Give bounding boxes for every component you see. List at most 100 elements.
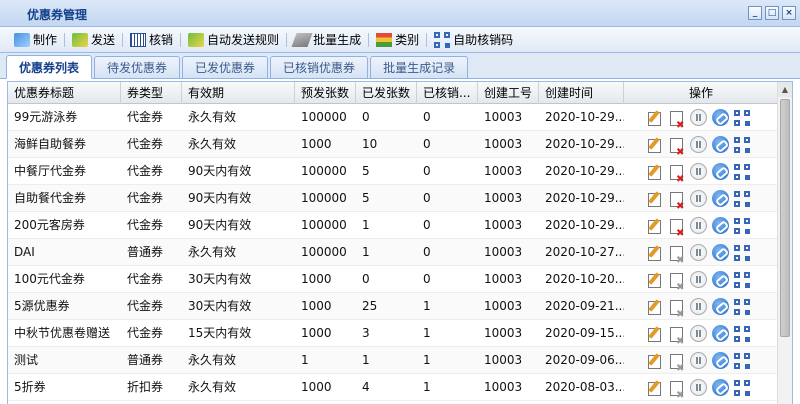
- scroll-up-arrow-icon[interactable]: ▲: [778, 82, 792, 97]
- edit-icon[interactable]: [646, 352, 663, 369]
- link-icon[interactable]: [712, 298, 729, 315]
- table-row[interactable]: 海鲜自助餐券 代金券 永久有效 1000 10 0 10003 2020-10-29...: [8, 131, 779, 158]
- send-label: 发送: [91, 33, 116, 47]
- pause-icon[interactable]: [690, 379, 707, 396]
- qr-code-icon[interactable]: [734, 190, 750, 207]
- table-row[interactable]: DAI 普通券 永久有效 100000 1 0 10003 2020-10-27...: [8, 239, 779, 266]
- edit-icon[interactable]: [646, 190, 663, 207]
- delete-icon[interactable]: [668, 352, 685, 374]
- table-row[interactable]: 5源优惠券 代金券 30天内有效 1000 25 1 10003 2020-09-21...: [8, 293, 779, 320]
- link-icon[interactable]: [712, 271, 729, 288]
- header-col-creator[interactable]: 创建工号: [478, 82, 539, 104]
- link-icon[interactable]: [712, 190, 729, 207]
- pause-icon[interactable]: [690, 352, 707, 369]
- edit-icon[interactable]: [646, 379, 663, 396]
- delete-icon[interactable]: [668, 136, 685, 158]
- close-button[interactable]: ×: [782, 6, 796, 20]
- send-button[interactable]: 发送: [66, 29, 121, 51]
- tab-redeemed-coupons[interactable]: 已核销优惠券: [270, 56, 369, 78]
- scrollbar-thumb[interactable]: [780, 99, 790, 337]
- edit-icon[interactable]: [646, 217, 663, 234]
- table-row[interactable]: 99元游泳券 代金券 永久有效 100000 0 0 10003 2020-10-29...: [8, 104, 779, 131]
- qr-code-icon[interactable]: [734, 325, 750, 342]
- table-row[interactable]: 中秋节优惠卷赠送 代金券 15天内有效 1000 3 1 10003 2020-09-15..…: [8, 320, 779, 347]
- category-button[interactable]: 类别: [370, 29, 425, 51]
- make-button[interactable]: 制作: [8, 29, 63, 51]
- header-col-title[interactable]: 优惠券标题: [8, 82, 121, 104]
- qr-code-icon[interactable]: [734, 379, 750, 396]
- pause-icon[interactable]: [690, 217, 707, 234]
- maximize-button[interactable]: □: [765, 6, 779, 20]
- table-row[interactable]: 自助餐代金券 代金券 90天内有效 100000 5 0 10003 2020-10-29..…: [8, 185, 779, 212]
- table-row[interactable]: 200元客房券 代金券 90天内有效 100000 1 0 10003 2020-10-29.…: [8, 212, 779, 239]
- link-icon[interactable]: [712, 379, 729, 396]
- delete-icon[interactable]: [668, 109, 685, 131]
- delete-icon[interactable]: [668, 217, 685, 239]
- qr-code-icon[interactable]: [734, 163, 750, 180]
- pause-icon[interactable]: [690, 298, 707, 315]
- link-icon[interactable]: [712, 325, 729, 342]
- qr-code-icon[interactable]: [734, 109, 750, 126]
- edit-icon[interactable]: [646, 325, 663, 342]
- pause-icon[interactable]: [690, 109, 707, 126]
- qr-code-icon[interactable]: [734, 217, 750, 234]
- self-redeem-code-button[interactable]: 自助核销码: [428, 29, 519, 51]
- header-col-validity[interactable]: 有效期: [182, 82, 295, 104]
- edit-icon[interactable]: [646, 298, 663, 315]
- qr-code-icon[interactable]: [734, 298, 750, 315]
- header-col-actions[interactable]: 操作: [624, 82, 779, 104]
- cell-created: 2020-10-27...: [545, 245, 624, 259]
- link-icon[interactable]: [712, 136, 729, 153]
- table-row[interactable]: 中餐厅代金券 代金券 90天内有效 100000 5 0 10003 2020-10-29..…: [8, 158, 779, 185]
- cell-sent: 1: [362, 218, 370, 232]
- tab-pending-coupons[interactable]: 待发优惠券: [94, 56, 181, 78]
- delete-icon[interactable]: [668, 298, 685, 320]
- header-col-planned[interactable]: 预发张数: [295, 82, 356, 104]
- pause-icon[interactable]: [690, 244, 707, 261]
- tab-sent-coupons[interactable]: 已发优惠券: [182, 56, 269, 78]
- delete-icon[interactable]: [668, 379, 685, 401]
- delete-icon[interactable]: [668, 271, 685, 293]
- edit-icon[interactable]: [646, 163, 663, 180]
- pause-icon[interactable]: [690, 325, 707, 342]
- qr-code-icon[interactable]: [734, 352, 750, 369]
- link-icon[interactable]: [712, 217, 729, 234]
- delete-icon[interactable]: [668, 163, 685, 185]
- edit-icon[interactable]: [646, 136, 663, 153]
- edit-icon[interactable]: [646, 109, 663, 126]
- auto-send-rules-button[interactable]: 自动发送规则: [182, 29, 285, 51]
- header-col-created[interactable]: 创建时间: [539, 82, 624, 104]
- pause-icon[interactable]: [690, 136, 707, 153]
- delete-icon[interactable]: [668, 244, 685, 266]
- table-row[interactable]: 5折券 折扣券 永久有效 1000 4 1 10003 2020-08-03...: [8, 374, 779, 401]
- table-row[interactable]: 测试 普通券 永久有效 1 1 1 10003 2020-09-06...: [8, 347, 779, 374]
- delete-icon[interactable]: [668, 325, 685, 347]
- link-icon[interactable]: [712, 163, 729, 180]
- link-icon[interactable]: [712, 109, 729, 126]
- tab-batch-records[interactable]: 批量生成记录: [370, 56, 469, 78]
- delete-icon[interactable]: [668, 190, 685, 212]
- barcode-icon: [130, 32, 147, 47]
- link-icon[interactable]: [712, 352, 729, 369]
- qr-code-icon[interactable]: [734, 136, 750, 153]
- cell-creator: 10003: [484, 137, 523, 151]
- tab-coupon-list[interactable]: 优惠券列表: [6, 55, 93, 79]
- batch-generate-button[interactable]: 批量生成: [288, 29, 367, 51]
- pause-icon[interactable]: [690, 190, 707, 207]
- vertical-scrollbar[interactable]: ▲: [777, 82, 792, 404]
- edit-icon[interactable]: [646, 271, 663, 288]
- cell-redeemed: 1: [423, 326, 431, 340]
- qr-code-icon[interactable]: [734, 271, 750, 288]
- header-col-type[interactable]: 券类型: [121, 82, 182, 104]
- header-col-redeemed[interactable]: 已核销...: [417, 82, 478, 104]
- minimize-button[interactable]: _: [748, 6, 762, 20]
- edit-icon[interactable]: [646, 244, 663, 261]
- table-row[interactable]: 100元代金券 代金券 30天内有效 1000 0 0 10003 2020-10-20...: [8, 266, 779, 293]
- pause-icon[interactable]: [690, 271, 707, 288]
- pause-icon[interactable]: [690, 163, 707, 180]
- cell-created: 2020-10-29...: [545, 110, 624, 124]
- qr-code-icon[interactable]: [734, 244, 750, 261]
- link-icon[interactable]: [712, 244, 729, 261]
- header-col-sent[interactable]: 已发张数: [356, 82, 417, 104]
- redeem-button[interactable]: 核销: [124, 29, 179, 51]
